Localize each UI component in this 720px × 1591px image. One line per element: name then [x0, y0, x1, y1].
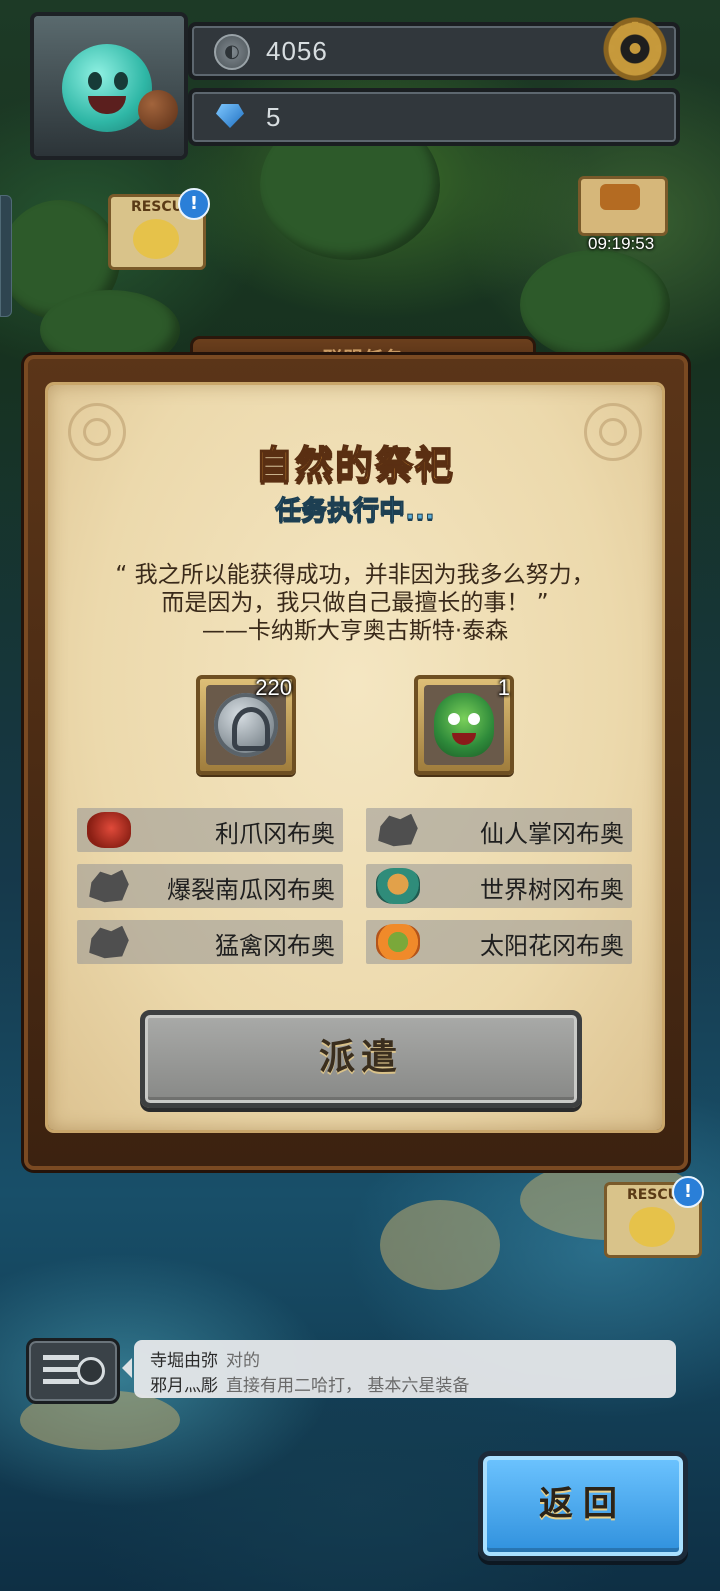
chat-message: 寺堀由弥 对的 [150, 1346, 260, 1371]
rescue-label: RESCU [130, 199, 184, 215]
goblin-slot-pumpkin[interactable]: 爆裂南瓜冈布奥 [77, 864, 343, 908]
coin-icon: ◐ [214, 34, 250, 70]
player-avatar[interactable] [30, 12, 188, 160]
reward-count: 220 [255, 675, 292, 700]
back-button[interactable]: 返回 [478, 1451, 688, 1561]
rescue-goblin-icon [133, 219, 179, 259]
chat-toggle-button[interactable] [26, 1338, 120, 1404]
goblin-name: 猛禽冈布奥 [215, 932, 335, 960]
quote-line: “ 我之所以能获得成功，并非因为我多么努力， [115, 562, 595, 588]
task-status: 任务执行中... [275, 496, 436, 527]
chat-text: 对的 [226, 1351, 260, 1371]
quote-line: 而是因为，我只做自己最擅长的事！ ” [161, 590, 549, 616]
goblin-slot-cactus[interactable]: 仙人掌冈布奥 [366, 808, 632, 852]
silhouette-icon [89, 925, 129, 959]
world-tree-goblin-icon [376, 868, 420, 904]
ball-icon [138, 90, 178, 130]
silhouette-icon [89, 869, 129, 903]
goblin-slot-claw[interactable]: 利爪冈布奥 [77, 808, 343, 852]
goblin-name: 爆裂南瓜冈布奥 [167, 876, 335, 904]
chat-message: 邪月灬彫 直接有用二哈打， 基本六星装备 [150, 1371, 469, 1396]
gem-icon [216, 104, 244, 128]
quote-author: ——卡纳斯大亨奥古斯特·泰森 [201, 618, 509, 644]
coin-value: 4056 [266, 36, 328, 66]
alert-badge-icon: ! [672, 1176, 704, 1208]
goblin-slot-raptor[interactable]: 猛禽冈布奥 [77, 920, 343, 964]
reward-slot-coins[interactable]: 220 [196, 675, 296, 775]
sunflower-goblin-icon [376, 924, 420, 960]
chat-text: 直接有用二哈打， 基本六星装备 [226, 1376, 470, 1396]
task-title: 自然的祭祀 [254, 442, 455, 488]
goblin-name: 利爪冈布奥 [215, 820, 335, 848]
gem-counter: 5 [188, 88, 680, 146]
goblin-slot-world-tree[interactable]: 世界树冈布奥 [366, 864, 632, 908]
chat-list-icon [43, 1355, 79, 1385]
goblin-name: 仙人掌冈布奥 [480, 820, 624, 848]
gem-value: 5 [266, 102, 282, 132]
goblin-slot-sunflower[interactable]: 太阳花冈布奥 [366, 920, 632, 964]
record-icon [77, 1357, 105, 1385]
task-quote: “ 我之所以能获得成功，并非因为我多么努力， 而是因为，我只做自己最擅长的事！ … [60, 561, 650, 645]
chat-user: 寺堀由弥 [150, 1351, 218, 1371]
timed-chest[interactable]: 09:19:53 [568, 158, 678, 253]
silver-helmet-coin-icon [214, 693, 278, 757]
rescue-goblin-icon [629, 1207, 675, 1247]
goblin-name: 太阳花冈布奥 [480, 932, 624, 960]
chest-timer: 09:19:53 [588, 234, 655, 253]
green-monster-icon [434, 693, 494, 757]
side-drawer-tab[interactable] [0, 195, 12, 317]
goblin-name: 世界树冈布奥 [480, 876, 624, 904]
alert-badge-icon: ! [178, 188, 210, 220]
red-goblin-icon [87, 812, 131, 848]
slime-avatar-icon [62, 44, 152, 132]
chat-user: 邪月灬彫 [150, 1376, 218, 1396]
settings-gear-icon[interactable] [600, 14, 670, 84]
chat-preview[interactable]: 寺堀由弥 对的 邪月灬彫 直接有用二哈打， 基本六星装备 [122, 1340, 676, 1398]
dispatch-button[interactable]: 派遣 [140, 1010, 582, 1108]
silhouette-icon [378, 813, 418, 847]
reward-count: 1 [497, 675, 510, 700]
reward-slot-monster[interactable]: 1 [414, 675, 514, 775]
